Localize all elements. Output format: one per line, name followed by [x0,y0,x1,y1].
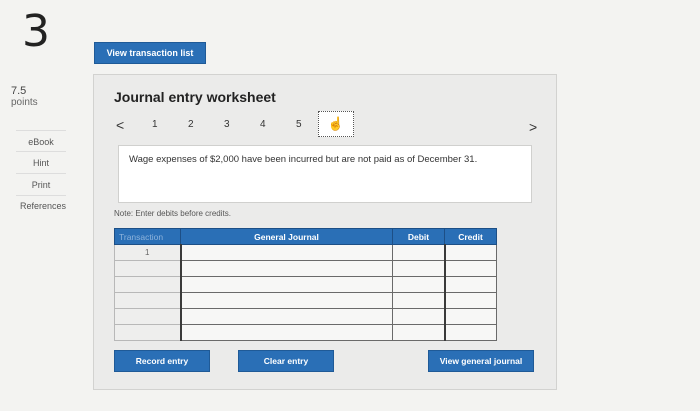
header-transaction: Transaction [114,228,181,245]
points-value: 7.5 [11,85,27,97]
credit-cell[interactable] [443,308,497,325]
journal-table: Transaction General Journal Debit Credit… [114,228,497,341]
sidebar-links: eBook Hint Print References [16,130,66,216]
next-arrow-icon[interactable]: > [529,119,537,135]
view-transaction-list-button[interactable]: View transaction list [94,42,206,64]
transaction-cell [114,260,181,277]
hint-link[interactable]: Hint [16,152,66,174]
header-general-journal: General Journal [180,228,393,245]
ebook-link[interactable]: eBook [16,130,66,152]
table-row [114,292,497,309]
transaction-cell: 1 [114,244,181,261]
transaction-cell [114,308,181,325]
credit-cell[interactable] [443,276,497,293]
account-cell[interactable] [179,324,393,341]
header-credit: Credit [444,228,497,245]
transaction-description: Wage expenses of $2,000 have been incurr… [118,145,532,203]
table-row: 1 [114,244,497,261]
debit-cell[interactable] [392,276,445,293]
credit-cell[interactable] [443,244,497,261]
table-row [114,308,497,325]
debit-cell[interactable] [392,244,445,261]
debit-cell[interactable] [392,324,445,341]
transaction-cell [114,276,181,293]
debit-cell[interactable] [392,308,445,325]
print-link[interactable]: Print [16,174,66,196]
step-2[interactable]: 2 [188,119,224,130]
debit-cell[interactable] [392,292,445,309]
step-3[interactable]: 3 [224,119,260,130]
debit-cell[interactable] [392,260,445,277]
entry-note: Note: Enter debits before credits. [114,209,231,218]
view-general-journal-button[interactable]: View general journal [428,350,534,372]
current-step[interactable]: ☝ [318,111,354,137]
account-cell[interactable] [179,244,393,261]
worksheet-title: Journal entry worksheet [114,89,276,105]
step-4[interactable]: 4 [260,119,296,130]
table-row [114,276,497,293]
question-number: 3 [22,6,50,57]
account-cell[interactable] [179,292,393,309]
header-debit: Debit [392,228,445,245]
credit-cell[interactable] [443,324,497,341]
step-1[interactable]: 1 [152,119,188,130]
journal-entry-worksheet: Journal entry worksheet < 1 2 3 4 5 ☝ > … [93,74,557,390]
transaction-cell [114,324,181,341]
table-row [114,260,497,277]
record-entry-button[interactable]: Record entry [114,350,210,372]
references-link[interactable]: References [16,196,66,216]
step-navigation: 1 2 3 4 5 ☝ [152,111,354,137]
account-cell[interactable] [179,276,393,293]
prev-arrow-icon[interactable]: < [116,117,124,133]
account-cell[interactable] [179,260,393,277]
clear-entry-button[interactable]: Clear entry [238,350,334,372]
hand-pointer-icon: ☝ [327,116,345,131]
credit-cell[interactable] [443,260,497,277]
points-label: points [11,97,38,108]
transaction-cell [114,292,181,309]
credit-cell[interactable] [443,292,497,309]
account-cell[interactable] [179,308,393,325]
table-row [114,324,497,341]
